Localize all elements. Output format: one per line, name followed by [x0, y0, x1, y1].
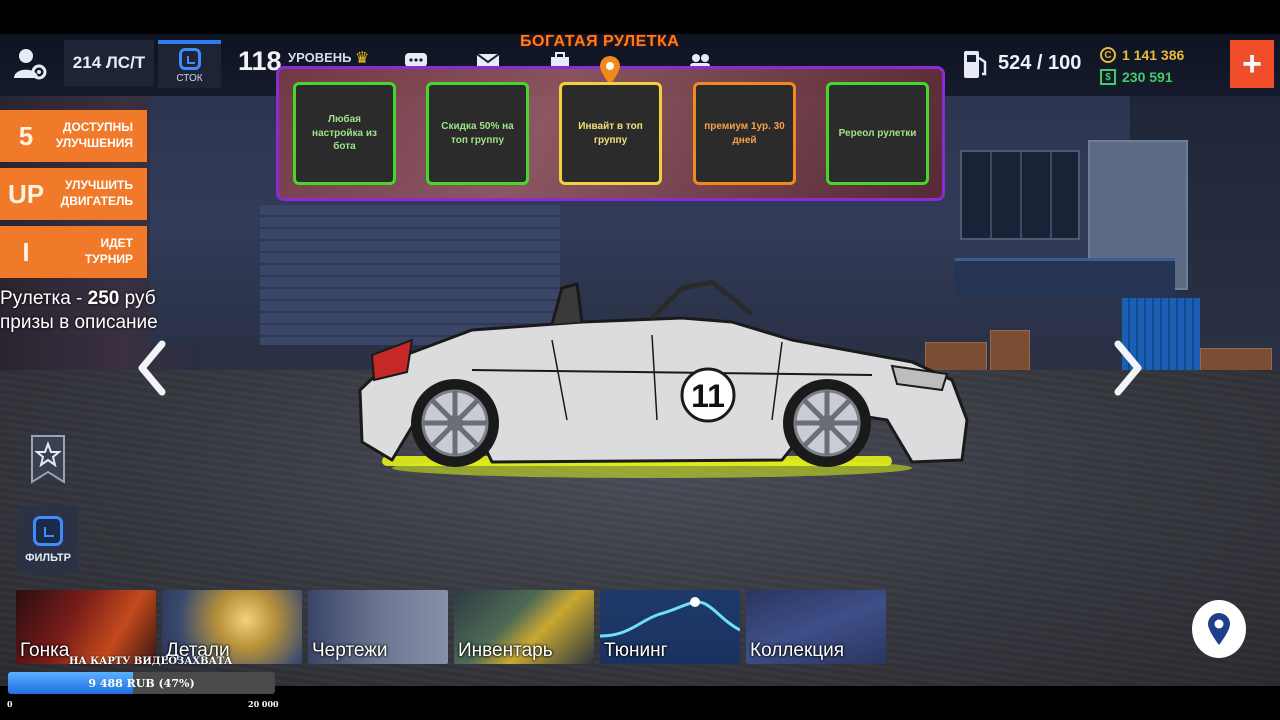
- fuel-value: 524 / 100: [998, 52, 1082, 74]
- overlay-price: 250: [87, 288, 120, 309]
- menu-inventory[interactable]: Инвентарь: [454, 590, 594, 664]
- dollars-value: 230 591: [1122, 69, 1173, 85]
- stock-button[interactable]: СТОК: [158, 40, 221, 88]
- map-location-button[interactable]: [1192, 600, 1246, 658]
- prize-label: Инвайт в топ группу: [578, 121, 643, 146]
- profile-settings-icon[interactable]: [12, 46, 48, 82]
- next-car-arrow-icon[interactable]: [1110, 340, 1146, 396]
- upgrade-engine-label-1: УЛУЧШИТЬ: [65, 178, 133, 193]
- menu-tuning[interactable]: Тюнинг: [600, 590, 740, 664]
- upgrades-label-1: ДОСТУПНЫ: [62, 120, 133, 135]
- location-pin-icon: [1208, 613, 1230, 645]
- overlay-line1-suffix: руб: [119, 288, 156, 309]
- upgrades-count: 5: [18, 120, 34, 151]
- garage-window: [960, 150, 1080, 240]
- fuel-icon: [964, 51, 987, 78]
- roulette-title: БОГАТАЯ РУЛЕТКА: [520, 33, 680, 50]
- donation-goal-title: НА КАРТУ ВИДЕОЗАХВАТА: [69, 656, 233, 667]
- roulette-prize-selected: Инвайт в топ группу: [559, 82, 662, 185]
- menu-race-label: Гонка: [20, 640, 70, 661]
- horsepower-display: 214 ЛС/Т: [64, 40, 154, 86]
- roulette-prize: премиум 1ур. 30 дней: [693, 82, 796, 185]
- available-upgrades-button[interactable]: 5 ДОСТУПНЫ УЛУЧШЕНИЯ: [0, 110, 147, 162]
- menu-collection-label: Коллекция: [750, 640, 845, 661]
- car-number: 11: [691, 378, 725, 414]
- garage-counter: [955, 258, 1175, 298]
- roulette-prize: Любая настройка из бота: [293, 82, 396, 185]
- upgrade-engine-badge: UP: [7, 178, 45, 209]
- upgrades-label: ДОСТУПНЫ УЛУЧШЕНИЯ: [52, 120, 147, 151]
- tournament-label: ИДЕТ ТУРНИР: [52, 236, 147, 267]
- donation-max: 20 000: [248, 699, 279, 709]
- prize-label: Ререол рулетки: [838, 127, 917, 139]
- coin-icon: C: [1100, 47, 1116, 63]
- donation-progress-bar: 9 488 RUB (47%): [8, 672, 275, 694]
- coins-value: 1 141 386: [1122, 47, 1185, 63]
- stock-icon: [178, 48, 201, 70]
- stock-label: СТОК: [176, 73, 203, 84]
- donation-amount: 9 488 RUB (47%): [88, 676, 195, 690]
- prize-label: премиум 1ур. 30 дней: [704, 121, 785, 146]
- rear-wheel: [411, 379, 499, 467]
- currency-panel: C 1 141 386 $ 230 591: [1100, 44, 1184, 88]
- upgrade-engine-label-2: ДВИГАТЕЛЬ: [60, 194, 133, 208]
- prize-label: Любая настройка из бота: [312, 114, 377, 153]
- tournament-button[interactable]: I ИДЕТ ТУРНИР: [0, 226, 147, 278]
- filter-button[interactable]: ФИЛЬТР: [18, 506, 78, 574]
- front-wheel: [783, 379, 871, 467]
- upgrade-engine-button[interactable]: UP УЛУЧШИТЬ ДВИГАТЕЛЬ: [0, 168, 147, 220]
- tournament-label-2: ТУРНИР: [84, 252, 133, 266]
- tournament-badge: I: [22, 236, 30, 267]
- overlay-line2: призы в описание: [0, 312, 158, 334]
- favorite-star-icon[interactable]: [30, 434, 66, 484]
- menu-race[interactable]: Гонка: [16, 590, 156, 664]
- menu-tuning-label: Тюнинг: [604, 640, 668, 661]
- filter-label: ФИЛЬТР: [25, 552, 71, 564]
- prize-label: Скидка 50% на топ группу: [441, 121, 514, 146]
- upgrade-engine-label: УЛУЧШИТЬ ДВИГАТЕЛЬ: [52, 178, 147, 209]
- donation-min: 0: [7, 699, 13, 709]
- tournament-label-1: ИДЕТ: [100, 236, 133, 251]
- filter-icon: [33, 516, 63, 546]
- menu-collection[interactable]: Коллекция: [746, 590, 886, 664]
- menu-parts[interactable]: Детали: [162, 590, 302, 664]
- stream-overlay-text: Рулетка - 250 руб призы в описание: [0, 287, 158, 336]
- plus-icon: +: [1242, 44, 1262, 83]
- car-image: 11: [358, 279, 969, 478]
- menu-inventory-label: Инвентарь: [458, 640, 553, 661]
- crown-icon: ♛: [355, 50, 370, 67]
- upgrades-label-2: УЛУЧШЕНИЯ: [55, 136, 133, 150]
- menu-blueprints-label: Чертежи: [312, 640, 388, 661]
- roulette-prize: Ререол рулетки: [826, 82, 929, 185]
- dollar-icon: $: [1100, 69, 1116, 85]
- add-currency-button[interactable]: +: [1230, 40, 1274, 88]
- horsepower-value: 214 ЛС/Т: [72, 53, 146, 72]
- player-level-label: УРОВЕНЬ: [288, 50, 352, 65]
- menu-blueprints[interactable]: Чертежи: [308, 590, 448, 664]
- roulette-prize: Скидка 50% на топ группу: [426, 82, 529, 185]
- previous-car-arrow-icon[interactable]: [134, 340, 170, 396]
- overlay-line1-prefix: Рулетка -: [0, 288, 88, 309]
- player-level-number: 118: [238, 46, 282, 76]
